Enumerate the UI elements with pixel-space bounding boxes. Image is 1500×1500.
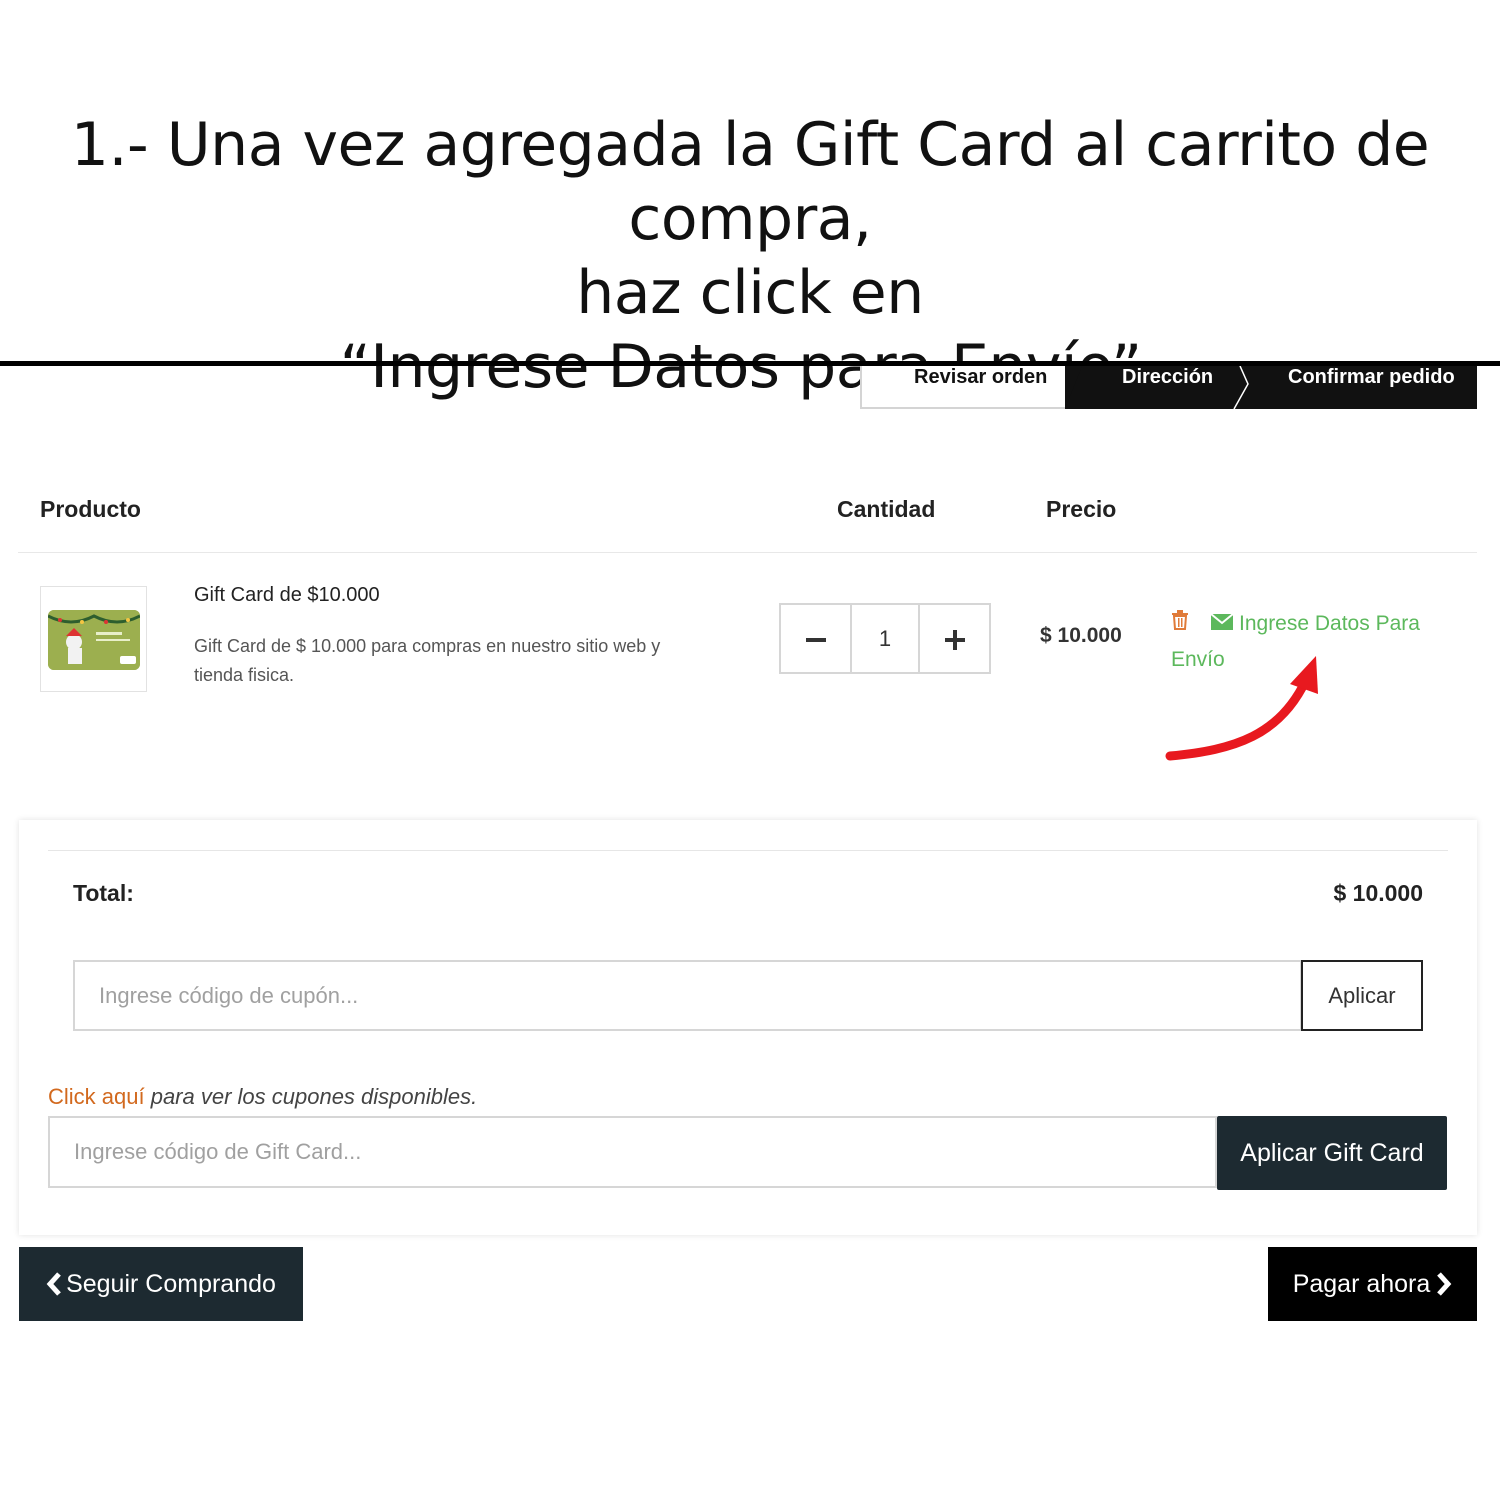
header-quantity: Cantidad [837,496,936,522]
order-summary-panel: Total: $ 10.000 Aplicar Click aquí para … [19,820,1477,1235]
quantity-stepper: 1 [779,603,991,674]
coupons-link[interactable]: Click aquí [48,1084,145,1109]
coupons-note-text: para ver los cupones disponibles. [144,1084,478,1109]
plus-icon [944,630,965,651]
continue-shopping-label: Seguir Comprando [66,1269,276,1298]
apply-giftcard-button[interactable]: Aplicar Gift Card [1217,1116,1447,1190]
gift-card-image [48,610,140,670]
coupons-note: Click aquí para ver los cupones disponib… [48,1084,477,1110]
instruction-text: 1.- Una vez agregada la Gift Card al car… [0,108,1500,404]
quantity-value[interactable]: 1 [850,605,920,672]
product-description: Gift Card de $ 10.000 para compras en nu… [194,636,661,685]
chevron-left-icon [46,1272,61,1296]
envelope-icon [1210,606,1234,642]
continue-shopping-button[interactable]: Seguir Comprando [19,1247,303,1321]
table-divider [18,552,1477,553]
quantity-decrease-button[interactable] [781,605,850,672]
pay-now-label: Pagar ahora [1292,1269,1431,1298]
coupon-input[interactable] [73,960,1302,1031]
product-thumbnail[interactable] [40,586,147,692]
step-address-label[interactable]: Dirección [1122,366,1213,388]
checkout-steps: Revisar orden Dirección Confirmar pedido [860,366,1477,409]
total-value: $ 10.000 [1333,880,1423,906]
red-arrow-annotation [1165,656,1318,761]
apply-coupon-button[interactable]: Aplicar [1301,960,1423,1031]
product-name[interactable]: Gift Card de $10.000 [194,584,380,607]
total-label: Total: [73,880,134,906]
header-product: Producto [40,496,141,522]
minus-icon [805,638,826,643]
instruction-line-1: 1.- Una vez agregada la Gift Card al car… [70,110,1430,254]
trash-icon[interactable] [1171,606,1189,642]
pay-now-button[interactable]: Pagar ahora [1268,1247,1477,1321]
summary-divider [48,850,1448,851]
giftcard-input[interactable] [48,1116,1217,1188]
step-confirm-label[interactable]: Confirmar pedido [1288,366,1455,388]
instruction-line-2: haz click en [576,258,924,328]
quantity-increase-button[interactable] [920,605,989,672]
chevron-right-icon [1437,1272,1452,1296]
header-price: Precio [1046,496,1117,522]
item-price: $ 10.000 [1040,624,1122,647]
